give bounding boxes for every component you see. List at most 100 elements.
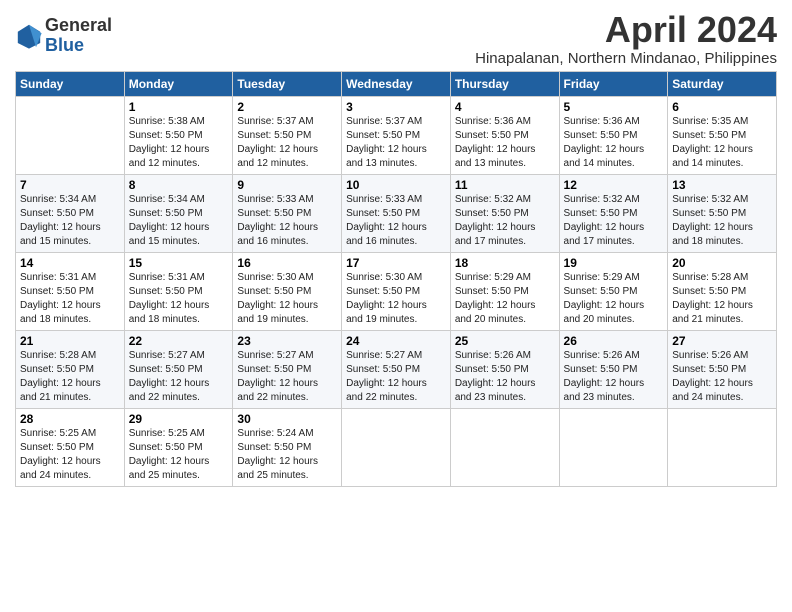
day-number: 12 bbox=[564, 178, 664, 192]
header-day-sunday: Sunday bbox=[16, 71, 125, 96]
day-info: Sunrise: 5:24 AM Sunset: 5:50 PM Dayligh… bbox=[237, 427, 337, 483]
day-number: 19 bbox=[564, 256, 664, 270]
day-info: Sunrise: 5:25 AM Sunset: 5:50 PM Dayligh… bbox=[20, 427, 120, 483]
header-day-wednesday: Wednesday bbox=[342, 71, 451, 96]
title-area: April 2024 Hinapalanan, Northern Mindana… bbox=[475, 10, 777, 67]
day-cell: 15Sunrise: 5:31 AM Sunset: 5:50 PM Dayli… bbox=[124, 252, 233, 330]
day-info: Sunrise: 5:30 AM Sunset: 5:50 PM Dayligh… bbox=[346, 271, 446, 327]
day-info: Sunrise: 5:28 AM Sunset: 5:50 PM Dayligh… bbox=[672, 271, 772, 327]
day-cell: 10Sunrise: 5:33 AM Sunset: 5:50 PM Dayli… bbox=[342, 174, 451, 252]
header-day-tuesday: Tuesday bbox=[233, 71, 342, 96]
day-info: Sunrise: 5:30 AM Sunset: 5:50 PM Dayligh… bbox=[237, 271, 337, 327]
header-day-saturday: Saturday bbox=[668, 71, 777, 96]
day-cell: 17Sunrise: 5:30 AM Sunset: 5:50 PM Dayli… bbox=[342, 252, 451, 330]
day-cell: 16Sunrise: 5:30 AM Sunset: 5:50 PM Dayli… bbox=[233, 252, 342, 330]
day-cell: 19Sunrise: 5:29 AM Sunset: 5:50 PM Dayli… bbox=[559, 252, 668, 330]
day-cell bbox=[16, 96, 125, 174]
day-info: Sunrise: 5:27 AM Sunset: 5:50 PM Dayligh… bbox=[346, 349, 446, 405]
day-cell: 5Sunrise: 5:36 AM Sunset: 5:50 PM Daylig… bbox=[559, 96, 668, 174]
week-row-2: 14Sunrise: 5:31 AM Sunset: 5:50 PM Dayli… bbox=[16, 252, 777, 330]
day-info: Sunrise: 5:36 AM Sunset: 5:50 PM Dayligh… bbox=[564, 115, 664, 171]
day-number: 23 bbox=[237, 334, 337, 348]
day-cell bbox=[668, 408, 777, 486]
day-cell bbox=[450, 408, 559, 486]
day-cell: 26Sunrise: 5:26 AM Sunset: 5:50 PM Dayli… bbox=[559, 330, 668, 408]
day-info: Sunrise: 5:26 AM Sunset: 5:50 PM Dayligh… bbox=[672, 349, 772, 405]
day-cell: 13Sunrise: 5:32 AM Sunset: 5:50 PM Dayli… bbox=[668, 174, 777, 252]
day-cell: 30Sunrise: 5:24 AM Sunset: 5:50 PM Dayli… bbox=[233, 408, 342, 486]
day-info: Sunrise: 5:29 AM Sunset: 5:50 PM Dayligh… bbox=[564, 271, 664, 327]
day-number: 9 bbox=[237, 178, 337, 192]
day-number: 18 bbox=[455, 256, 555, 270]
logo-general-text: General bbox=[45, 15, 112, 35]
day-info: Sunrise: 5:27 AM Sunset: 5:50 PM Dayligh… bbox=[129, 349, 229, 405]
day-number: 10 bbox=[346, 178, 446, 192]
day-cell: 27Sunrise: 5:26 AM Sunset: 5:50 PM Dayli… bbox=[668, 330, 777, 408]
location-title: Hinapalanan, Northern Mindanao, Philippi… bbox=[475, 50, 777, 67]
day-cell bbox=[342, 408, 451, 486]
day-cell: 20Sunrise: 5:28 AM Sunset: 5:50 PM Dayli… bbox=[668, 252, 777, 330]
day-cell: 9Sunrise: 5:33 AM Sunset: 5:50 PM Daylig… bbox=[233, 174, 342, 252]
day-info: Sunrise: 5:33 AM Sunset: 5:50 PM Dayligh… bbox=[346, 193, 446, 249]
day-cell: 22Sunrise: 5:27 AM Sunset: 5:50 PM Dayli… bbox=[124, 330, 233, 408]
day-number: 3 bbox=[346, 100, 446, 114]
header-day-thursday: Thursday bbox=[450, 71, 559, 96]
day-info: Sunrise: 5:31 AM Sunset: 5:50 PM Dayligh… bbox=[20, 271, 120, 327]
day-number: 25 bbox=[455, 334, 555, 348]
day-info: Sunrise: 5:34 AM Sunset: 5:50 PM Dayligh… bbox=[20, 193, 120, 249]
header-row: SundayMondayTuesdayWednesdayThursdayFrid… bbox=[16, 71, 777, 96]
header-day-friday: Friday bbox=[559, 71, 668, 96]
day-cell: 21Sunrise: 5:28 AM Sunset: 5:50 PM Dayli… bbox=[16, 330, 125, 408]
day-info: Sunrise: 5:33 AM Sunset: 5:50 PM Dayligh… bbox=[237, 193, 337, 249]
day-cell: 29Sunrise: 5:25 AM Sunset: 5:50 PM Dayli… bbox=[124, 408, 233, 486]
day-number: 11 bbox=[455, 178, 555, 192]
day-cell bbox=[559, 408, 668, 486]
day-info: Sunrise: 5:25 AM Sunset: 5:50 PM Dayligh… bbox=[129, 427, 229, 483]
week-row-3: 21Sunrise: 5:28 AM Sunset: 5:50 PM Dayli… bbox=[16, 330, 777, 408]
day-cell: 4Sunrise: 5:36 AM Sunset: 5:50 PM Daylig… bbox=[450, 96, 559, 174]
day-info: Sunrise: 5:38 AM Sunset: 5:50 PM Dayligh… bbox=[129, 115, 229, 171]
day-cell: 12Sunrise: 5:32 AM Sunset: 5:50 PM Dayli… bbox=[559, 174, 668, 252]
page-header: General Blue April 2024 Hinapalanan, Nor… bbox=[15, 10, 777, 67]
day-cell: 6Sunrise: 5:35 AM Sunset: 5:50 PM Daylig… bbox=[668, 96, 777, 174]
day-info: Sunrise: 5:29 AM Sunset: 5:50 PM Dayligh… bbox=[455, 271, 555, 327]
day-cell: 24Sunrise: 5:27 AM Sunset: 5:50 PM Dayli… bbox=[342, 330, 451, 408]
day-cell: 23Sunrise: 5:27 AM Sunset: 5:50 PM Dayli… bbox=[233, 330, 342, 408]
day-cell: 2Sunrise: 5:37 AM Sunset: 5:50 PM Daylig… bbox=[233, 96, 342, 174]
day-info: Sunrise: 5:26 AM Sunset: 5:50 PM Dayligh… bbox=[455, 349, 555, 405]
day-info: Sunrise: 5:28 AM Sunset: 5:50 PM Dayligh… bbox=[20, 349, 120, 405]
day-number: 30 bbox=[237, 412, 337, 426]
calendar-header: SundayMondayTuesdayWednesdayThursdayFrid… bbox=[16, 71, 777, 96]
day-info: Sunrise: 5:37 AM Sunset: 5:50 PM Dayligh… bbox=[237, 115, 337, 171]
day-cell: 28Sunrise: 5:25 AM Sunset: 5:50 PM Dayli… bbox=[16, 408, 125, 486]
day-number: 27 bbox=[672, 334, 772, 348]
day-info: Sunrise: 5:26 AM Sunset: 5:50 PM Dayligh… bbox=[564, 349, 664, 405]
day-cell: 14Sunrise: 5:31 AM Sunset: 5:50 PM Dayli… bbox=[16, 252, 125, 330]
day-number: 20 bbox=[672, 256, 772, 270]
week-row-1: 7Sunrise: 5:34 AM Sunset: 5:50 PM Daylig… bbox=[16, 174, 777, 252]
week-row-0: 1Sunrise: 5:38 AM Sunset: 5:50 PM Daylig… bbox=[16, 96, 777, 174]
day-cell: 11Sunrise: 5:32 AM Sunset: 5:50 PM Dayli… bbox=[450, 174, 559, 252]
day-number: 13 bbox=[672, 178, 772, 192]
calendar-table: SundayMondayTuesdayWednesdayThursdayFrid… bbox=[15, 71, 777, 487]
day-number: 22 bbox=[129, 334, 229, 348]
day-number: 17 bbox=[346, 256, 446, 270]
day-info: Sunrise: 5:27 AM Sunset: 5:50 PM Dayligh… bbox=[237, 349, 337, 405]
day-number: 4 bbox=[455, 100, 555, 114]
day-cell: 3Sunrise: 5:37 AM Sunset: 5:50 PM Daylig… bbox=[342, 96, 451, 174]
day-number: 24 bbox=[346, 334, 446, 348]
day-cell: 8Sunrise: 5:34 AM Sunset: 5:50 PM Daylig… bbox=[124, 174, 233, 252]
day-cell: 1Sunrise: 5:38 AM Sunset: 5:50 PM Daylig… bbox=[124, 96, 233, 174]
calendar-body: 1Sunrise: 5:38 AM Sunset: 5:50 PM Daylig… bbox=[16, 96, 777, 486]
logo-blue-text: Blue bbox=[45, 35, 84, 55]
day-info: Sunrise: 5:31 AM Sunset: 5:50 PM Dayligh… bbox=[129, 271, 229, 327]
day-cell: 7Sunrise: 5:34 AM Sunset: 5:50 PM Daylig… bbox=[16, 174, 125, 252]
day-number: 28 bbox=[20, 412, 120, 426]
day-info: Sunrise: 5:32 AM Sunset: 5:50 PM Dayligh… bbox=[564, 193, 664, 249]
day-info: Sunrise: 5:35 AM Sunset: 5:50 PM Dayligh… bbox=[672, 115, 772, 171]
day-number: 7 bbox=[20, 178, 120, 192]
day-info: Sunrise: 5:32 AM Sunset: 5:50 PM Dayligh… bbox=[455, 193, 555, 249]
day-number: 1 bbox=[129, 100, 229, 114]
header-day-monday: Monday bbox=[124, 71, 233, 96]
day-number: 8 bbox=[129, 178, 229, 192]
